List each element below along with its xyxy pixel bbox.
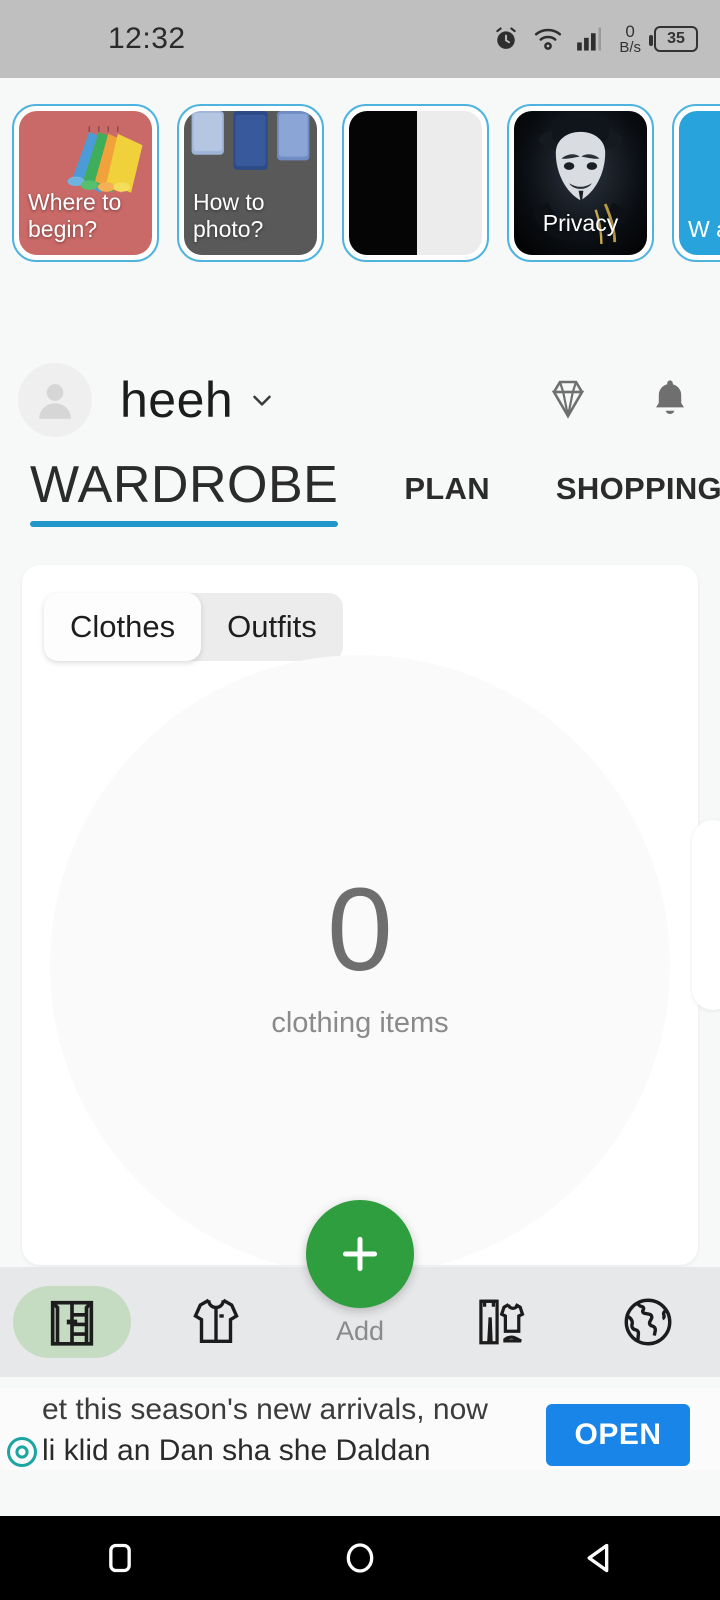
tab-label: WARDROBE [30, 456, 339, 514]
signal-icon [576, 26, 606, 52]
wifi-icon [533, 26, 563, 52]
globe-icon [624, 1298, 672, 1346]
segment-clothes[interactable]: Clothes [44, 593, 202, 661]
ad-source-icon [4, 1434, 40, 1470]
tab-plan[interactable]: PLAN [404, 455, 490, 507]
story-label: Privacy [542, 209, 619, 236]
story-label: W ac [688, 215, 720, 242]
nav-item-explore[interactable] [576, 1267, 720, 1377]
user-header: heeh [0, 352, 720, 448]
shirt-icon [193, 1298, 239, 1344]
home-button[interactable] [300, 1516, 420, 1600]
tab-label: PLAN [404, 471, 490, 506]
story-label: Where to begin? [28, 188, 122, 242]
header-actions [544, 352, 694, 448]
ad-banner[interactable]: et this season's new arrivals, now li kl… [0, 1388, 720, 1470]
story-label: How to photo? [193, 188, 265, 242]
plus-icon [342, 1236, 378, 1272]
story-card-privacy[interactable]: Privacy [507, 104, 654, 262]
story-card-black-white[interactable] [342, 104, 489, 262]
story-card-where-to-begin[interactable]: Where to begin? [12, 104, 159, 262]
main-tab-bar[interactable]: WARDROBE PLAN SHOPPING [0, 455, 720, 551]
tab-wardrobe[interactable]: WARDROBE [30, 455, 339, 527]
nav-item-clothes[interactable] [144, 1267, 288, 1377]
person-icon [39, 384, 71, 419]
user-name[interactable]: heeh [120, 371, 233, 429]
ad-text: et this season's new arrivals, now li kl… [42, 1390, 562, 1470]
recents-button[interactable] [60, 1516, 180, 1600]
nav-item-wardrobe[interactable] [0, 1267, 144, 1377]
back-triangle-icon [587, 1543, 609, 1573]
story-label [349, 243, 367, 255]
story-carousel[interactable]: Where to begin? How to photo? Privacy W [0, 78, 720, 288]
ad-bottom-spacer [0, 1470, 720, 1516]
ad-text-line2: li klid an Dan sha she Daldan [42, 1433, 431, 1467]
avatar[interactable] [18, 363, 92, 437]
add-button-label: Add [335, 1316, 385, 1346]
tab-shopping[interactable]: SHOPPING [556, 455, 720, 507]
story-card-how-to-photo[interactable]: How to photo? [177, 104, 324, 262]
nav-item-outfits[interactable] [432, 1267, 576, 1377]
status-time: 12:32 [108, 22, 186, 55]
empty-state: 0 clothing items [22, 655, 698, 1265]
wardrobe-icon [50, 1300, 94, 1346]
outfit-icon [479, 1299, 525, 1345]
chevron-down-icon[interactable] [247, 385, 277, 415]
segment-outfits[interactable]: Outfits [201, 593, 343, 661]
recents-square-icon [109, 1543, 131, 1573]
story-card-partial-blue[interactable]: W ac [672, 104, 720, 262]
battery-percent: 35 [667, 30, 685, 47]
back-button[interactable] [540, 1516, 660, 1600]
network-speed-value: 0 [625, 22, 635, 41]
offscreen-card-edge [692, 820, 720, 1010]
wardrobe-content-card: Clothes Outfits 0 clothing items [22, 565, 698, 1265]
home-circle-icon [346, 1543, 374, 1573]
bell-icon[interactable] [646, 374, 694, 427]
clothing-item-count-label: clothing items [271, 1006, 449, 1039]
android-navigation-bar[interactable] [0, 1516, 720, 1600]
active-tab-underline [30, 521, 339, 527]
status-bar: 12:32 0 B/s 35 [0, 0, 720, 78]
network-speed: 0 B/s [619, 23, 641, 55]
diamond-icon[interactable] [544, 374, 592, 427]
status-icons: 0 B/s 35 [492, 0, 698, 78]
phone-screen: 12:32 0 B/s 35 Where to begin? How to ph… [0, 0, 720, 1600]
alarm-icon [492, 25, 520, 53]
network-speed-unit: B/s [619, 39, 641, 56]
segmented-control[interactable]: Clothes Outfits [44, 593, 343, 661]
tab-label: SHOPPING [555, 471, 720, 506]
add-button[interactable] [306, 1200, 414, 1308]
clothing-item-count: 0 [327, 863, 393, 996]
ad-open-button[interactable]: OPEN [546, 1404, 690, 1466]
ad-text-line1: et this season's new arrivals, now [42, 1393, 488, 1426]
battery-icon: 35 [649, 26, 698, 52]
